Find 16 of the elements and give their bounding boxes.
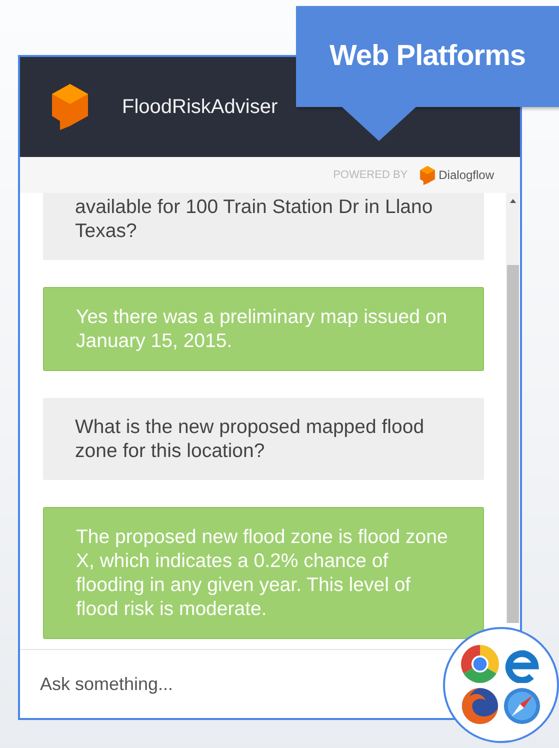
- message-input[interactable]: Ask something...: [20, 672, 422, 696]
- globe-icon: [461, 687, 499, 725]
- cube-speech-icon: [52, 84, 88, 130]
- powered-by-label: POWERED BY: [333, 169, 408, 181]
- message-bubble: available for 100 Train Station Dr in Llano Texas?: [43, 193, 484, 260]
- message-bubble: What is the new proposed mapped flood zone for this location?: [43, 398, 484, 480]
- brand-name: Dialogflow: [438, 168, 494, 182]
- chat-title: FloodRiskAdviser: [122, 96, 278, 118]
- message-bubble: Yes there was a preliminary map issued on January 15, 2015.: [43, 287, 484, 371]
- message-bubble: The proposed new flood zone is flood zone X, which indicates a 0.2% chance of flooding in any given year. This level of flood risk is moderate.: [43, 507, 484, 639]
- scroll-up-icon[interactable]: [510, 199, 516, 203]
- tricolor-circle-icon: [461, 645, 499, 683]
- cube-speech-icon: [420, 166, 435, 184]
- compass-icon: [503, 687, 541, 725]
- scrollbar[interactable]: [506, 193, 519, 623]
- scrollbar-thumb[interactable]: [506, 265, 518, 623]
